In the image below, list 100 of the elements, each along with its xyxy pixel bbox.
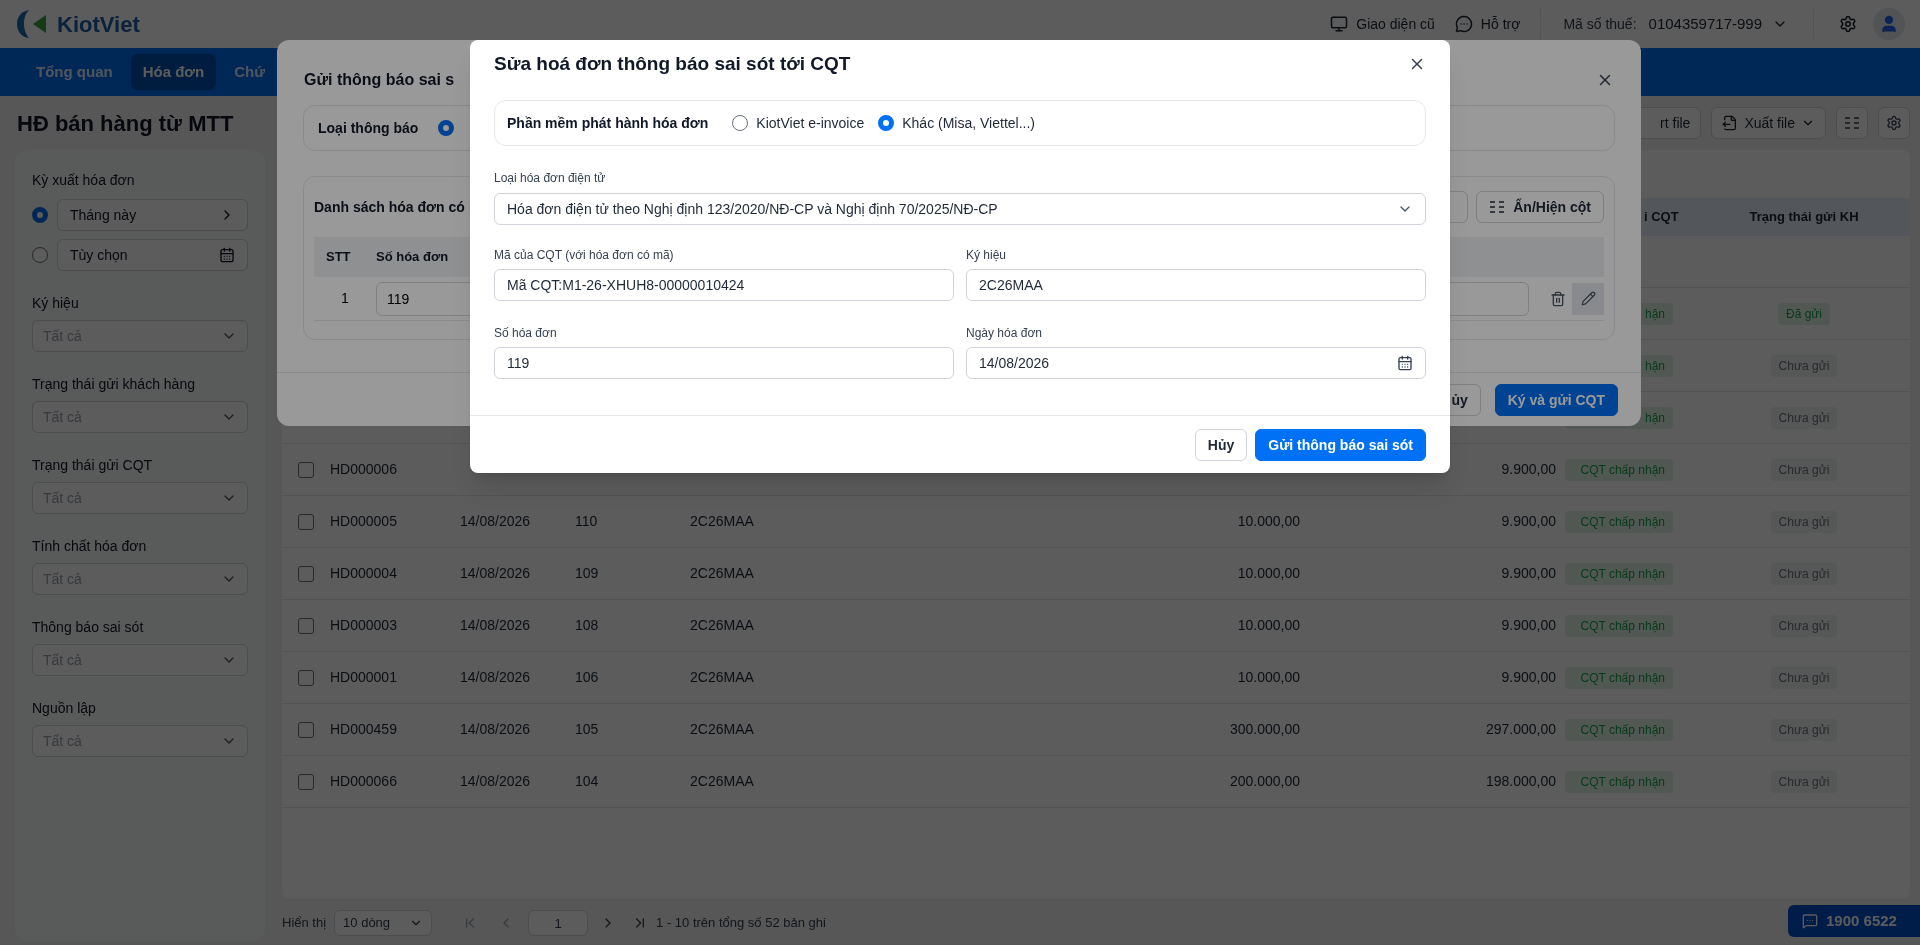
row-checkbox[interactable] xyxy=(298,565,314,582)
invoice-number: 109 xyxy=(575,565,599,581)
page-input[interactable]: 1 xyxy=(528,910,589,936)
row-checkbox[interactable] xyxy=(298,617,314,634)
row-checkbox[interactable] xyxy=(298,461,314,478)
settings-icon xyxy=(1886,115,1902,131)
total-amount: 9.900,00 xyxy=(1501,513,1556,529)
primary-button[interactable]: Gửi thông báo sai sót xyxy=(1255,429,1426,461)
columns-icon xyxy=(1489,200,1506,214)
field-label: Loại thông báo xyxy=(318,118,419,138)
invoice-number: 105 xyxy=(575,721,599,737)
chat-icon xyxy=(1454,15,1473,33)
status-badge: CQT chấp nhận xyxy=(1565,770,1673,793)
invoice-number: 106 xyxy=(575,669,599,685)
field-label: Mã của CQT (với hóa đơn có mã) xyxy=(494,247,674,264)
invoice-symbol: 2C26MAA xyxy=(690,617,754,633)
cancel-button[interactable]: Hủy xyxy=(1194,429,1248,461)
text-field[interactable]: 2C26MAA xyxy=(966,269,1426,301)
row-checkbox[interactable] xyxy=(298,669,314,686)
radio-button[interactable] xyxy=(32,247,48,263)
invoice-code: HD000001 xyxy=(330,669,397,685)
page-size-label: Hiển thị xyxy=(282,914,327,933)
invoice-code: HD000006 xyxy=(330,461,397,477)
total-amount: 9.900,00 xyxy=(1501,461,1556,477)
invoice-symbol: 2C26MAA xyxy=(690,773,754,789)
page-summary: 1 - 10 trên tổng số 52 bản ghi xyxy=(656,914,826,933)
logo-icon xyxy=(15,7,49,41)
total-amount: 9.900,00 xyxy=(1501,669,1556,685)
columns-toggle-button[interactable]: Ẩn/Hiện cột xyxy=(1476,191,1604,223)
filter-label: Trạng thái gửi CQT xyxy=(32,456,154,475)
primary-button[interactable]: Ký và gửi CQT xyxy=(1494,384,1618,416)
radio-label: Khác (Misa, Viettel...) xyxy=(902,113,1036,133)
columns-button[interactable] xyxy=(1836,107,1868,139)
text-field[interactable]: Mã CQT:M1-26-XHUH8-00000010424 xyxy=(494,269,954,301)
invoice-type-select[interactable]: Hóa đơn điện tử theo Nghị định 123/2020/NĐ-CP và Nghị định 70/2025/NĐ-CP xyxy=(494,193,1426,225)
status-badge: CQT chấp nhận xyxy=(1565,510,1673,533)
invoice-code: HD000005 xyxy=(330,513,397,529)
export-icon xyxy=(1722,115,1739,131)
date-field[interactable]: 14/08/2026 xyxy=(966,347,1426,379)
invoice-symbol: 2C26MAA xyxy=(690,669,754,685)
row-index: 1 xyxy=(340,289,350,308)
amount: 200.000,00 xyxy=(1229,773,1300,789)
status-badge: CQT chấp nhận xyxy=(1565,666,1673,689)
column-header: STT xyxy=(325,248,352,267)
text-field[interactable]: 119 xyxy=(494,347,954,379)
row-checkbox[interactable] xyxy=(298,513,314,530)
period-field[interactable]: Tháng này xyxy=(57,199,248,231)
filter-label: Thông báo sai sót xyxy=(32,618,145,637)
amount: 10.000,00 xyxy=(1237,617,1300,633)
row-checkbox[interactable] xyxy=(298,773,314,790)
invoice-date: 14/08/2026 xyxy=(460,721,531,737)
status-badge: CQT chấp nhận xyxy=(1565,718,1673,741)
page-size-select[interactable]: 10 dòng xyxy=(334,910,433,936)
chat-icon xyxy=(1802,913,1818,929)
invoice-code: HD000066 xyxy=(330,773,397,789)
invoice-date: 14/08/2026 xyxy=(460,513,531,529)
modal-title: Gửi thông báo sai s xyxy=(304,70,455,90)
radio-button[interactable] xyxy=(32,207,48,223)
filter-label: Trạng thái gửi khách hàng xyxy=(32,375,196,394)
tax-label: Mã số thuế: xyxy=(1563,14,1637,34)
hotline-button[interactable]: 1900 6522 xyxy=(1788,905,1920,937)
invoice-code: HD000003 xyxy=(330,617,397,633)
pencil-icon xyxy=(1580,291,1596,306)
header-link[interactable]: Giao diện cũ xyxy=(1330,13,1435,35)
radio-label: KiotViet e-invoice xyxy=(756,113,865,133)
nav-tab[interactable]: Chứ xyxy=(222,54,277,90)
invoice-code: HD000004 xyxy=(330,565,397,581)
radio-button[interactable] xyxy=(438,120,455,136)
header-link[interactable]: Hỗ trợ xyxy=(1454,13,1521,35)
monitor-icon xyxy=(1330,15,1349,33)
radio-button[interactable] xyxy=(878,115,895,131)
filter-label: Ký hiệu xyxy=(32,294,80,313)
export-button[interactable]: Xuất file xyxy=(1711,107,1826,139)
calendar-icon xyxy=(1397,355,1413,371)
amount: 10.000,00 xyxy=(1237,513,1300,529)
tax-code-dropdown[interactable]: 0104359717-999 xyxy=(1648,12,1788,36)
status-badge: CQT chấp nhận xyxy=(1565,458,1673,481)
field-label: Ký hiệu xyxy=(966,247,1007,264)
field-label: Loại hóa đơn điện tử xyxy=(494,170,606,187)
filter-label: Kỳ xuất hóa đơn xyxy=(32,171,136,190)
trash-icon[interactable] xyxy=(1550,290,1566,307)
edit-button[interactable] xyxy=(1572,282,1604,315)
total-amount: 9.900,00 xyxy=(1501,565,1556,581)
settings-icon[interactable] xyxy=(1839,15,1857,33)
filter-label: Nguồn lập xyxy=(32,699,97,718)
field-label: Ngày hóa đơn xyxy=(966,325,1042,342)
nav-tab[interactable]: Hóa đơn xyxy=(130,54,217,90)
page-title: HĐ bán hàng từ MTT xyxy=(16,109,234,138)
row-checkbox[interactable] xyxy=(298,721,314,738)
radio-button[interactable] xyxy=(732,115,749,131)
column-header: i CQT xyxy=(1644,209,1679,225)
settings-button[interactable] xyxy=(1878,107,1910,139)
logo-text: KiotViet xyxy=(57,10,140,39)
invoice-number: 104 xyxy=(575,773,599,789)
period-field[interactable]: Tùy chọn xyxy=(57,239,248,271)
invoice-number: 108 xyxy=(575,617,599,633)
nav-tab[interactable]: Tổng quan xyxy=(24,54,125,90)
modal-title: Sửa hoá đơn thông báo sai sót tới CQT xyxy=(494,51,851,76)
avatar[interactable] xyxy=(1873,8,1905,40)
amount: 300.000,00 xyxy=(1229,721,1300,737)
